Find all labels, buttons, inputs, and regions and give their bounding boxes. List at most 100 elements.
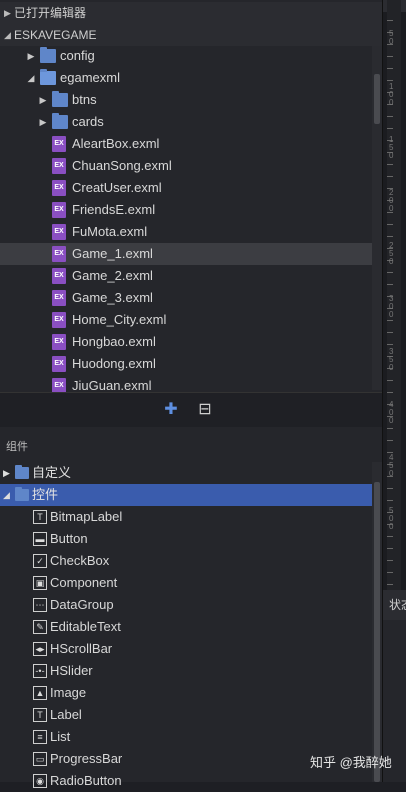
folder-icon xyxy=(52,113,68,129)
ruler-tick xyxy=(387,320,393,321)
component-icon: ▲ xyxy=(33,686,47,700)
component-icon: T xyxy=(33,510,47,524)
folder-icon xyxy=(40,69,56,85)
ruler-tick xyxy=(387,176,393,177)
tree-file[interactable]: EX Home_City.exml xyxy=(0,309,372,331)
ruler-tick xyxy=(387,344,393,345)
tree-item-label: Game_3.exml xyxy=(72,290,153,305)
tree-file[interactable]: EX CreatUser.exml xyxy=(0,177,372,199)
tree-file[interactable]: EX Hongbao.exml xyxy=(0,331,372,353)
collapsed-arrow-icon[interactable]: ▶ xyxy=(3,462,10,484)
ruler-tick xyxy=(387,488,393,489)
exml-file-icon: EX xyxy=(52,224,66,240)
ruler-tick xyxy=(387,224,393,225)
tree-folder[interactable]: ▶ cards xyxy=(0,111,372,133)
component-item-label: RadioButton xyxy=(50,773,122,788)
collapsed-arrow-icon[interactable]: ▶ xyxy=(38,111,48,133)
ruler-tick xyxy=(387,440,393,441)
tree-item-label: Game_1.exml xyxy=(72,246,153,261)
ruler-tick xyxy=(387,284,393,285)
ruler-label: 500 xyxy=(389,506,394,531)
tree-folder[interactable]: ▶ btns xyxy=(0,89,372,111)
tree-file[interactable]: EX Huodong.exml xyxy=(0,353,372,375)
scrollbar-thumb[interactable] xyxy=(374,482,380,782)
project-header[interactable]: ◢ ESKAVEGAME xyxy=(0,24,382,46)
tree-item-label: Home_City.exml xyxy=(72,312,167,327)
component-item-label: Button xyxy=(50,531,88,546)
component-icon: ▬ xyxy=(33,532,47,546)
tree-file[interactable]: EX Game_2.exml xyxy=(0,265,372,287)
tree-file[interactable]: EX ChuanSong.exml xyxy=(0,155,372,177)
exml-file-icon: EX xyxy=(52,290,66,306)
expanded-arrow-icon[interactable]: ◢ xyxy=(26,67,36,89)
component-item[interactable]: ▲ Image xyxy=(0,682,372,704)
exml-file-icon: EX xyxy=(52,202,66,218)
tree-file[interactable]: EX Game_3.exml xyxy=(0,287,372,309)
component-item[interactable]: ◉ RadioButton xyxy=(0,770,372,792)
component-item[interactable]: ▬ Button xyxy=(0,528,372,550)
tree-file[interactable]: EX Game_1.exml xyxy=(0,243,372,265)
exml-file-icon: EX xyxy=(52,158,66,174)
folder-icon xyxy=(52,91,68,107)
tree-folder[interactable]: ▶ config xyxy=(0,45,372,67)
properties-header: 状态 xyxy=(383,590,406,620)
component-item-label: List xyxy=(50,729,71,744)
component-group[interactable]: ▶ 自定义 xyxy=(0,462,372,484)
components-panel-title: 组件 xyxy=(6,441,28,453)
ruler-tick xyxy=(387,116,393,117)
component-item[interactable]: T Label xyxy=(0,704,372,726)
component-item-label: Image xyxy=(50,685,87,700)
ruler-tick xyxy=(387,80,393,81)
component-item[interactable]: T BitmapLabel xyxy=(0,506,372,528)
component-item-label: DataGroup xyxy=(50,597,114,612)
collapsed-arrow-icon[interactable]: ▶ xyxy=(38,89,48,111)
exml-file-icon: EX xyxy=(52,180,66,196)
ruler-tick xyxy=(387,56,393,57)
component-item[interactable]: ✓ CheckBox xyxy=(0,550,372,572)
ruler-tick xyxy=(387,428,393,429)
exml-file-icon: EX xyxy=(52,334,66,350)
component-group[interactable]: ◢ 控件 xyxy=(0,484,372,506)
ruler-tick xyxy=(387,164,393,165)
component-item[interactable]: ▣ Component xyxy=(0,572,372,594)
component-icon: ✓ xyxy=(33,554,47,568)
component-item-label: Label xyxy=(50,707,82,722)
component-group-label: 自定义 xyxy=(32,465,72,480)
right-panel: 50 100 150 200 250 300 350 400 450 500 状态 xyxy=(382,0,406,782)
component-item[interactable]: ≡ List xyxy=(0,726,372,748)
tree-file[interactable]: EX FriendsE.exml xyxy=(0,199,372,221)
tree-item-label: egamexml xyxy=(60,70,120,85)
component-item-label: ProgressBar xyxy=(50,751,123,766)
tree-file[interactable]: EX FuMota.exml xyxy=(0,221,372,243)
tree-item-label: FriendsE.exml xyxy=(72,202,156,217)
component-item[interactable]: -•- HSlider xyxy=(0,660,372,682)
component-group-label: 控件 xyxy=(32,487,59,502)
component-item-label: HScrollBar xyxy=(50,641,113,656)
components-scrollbar[interactable] xyxy=(372,462,382,782)
ruler-tick xyxy=(387,20,393,21)
component-item[interactable]: ⋯ DataGroup xyxy=(0,594,372,616)
tree-item-label: config xyxy=(60,48,95,63)
scrollbar-thumb[interactable] xyxy=(374,74,380,124)
component-icon: ▭ xyxy=(33,752,47,766)
tree-file[interactable]: EX AleartBox.exml xyxy=(0,133,372,155)
ruler-label: 100 xyxy=(389,82,394,107)
exml-file-icon: EX xyxy=(52,356,66,372)
component-item[interactable]: ✎ EditableText xyxy=(0,616,372,638)
folder-icon xyxy=(15,465,29,479)
exml-file-icon: EX xyxy=(52,136,66,152)
open-editors-header[interactable]: ▶ 已打开编辑器 xyxy=(0,2,382,24)
expanded-arrow-icon[interactable]: ◢ xyxy=(3,484,10,506)
component-item[interactable]: ◂▸ HScrollBar xyxy=(0,638,372,660)
library-icon[interactable]: ⊟ xyxy=(195,400,215,420)
component-icon: ◂▸ xyxy=(33,642,47,656)
file-tree-scrollbar[interactable] xyxy=(372,46,382,390)
tree-folder[interactable]: ◢ egamexml xyxy=(0,67,372,89)
component-icon: ✎ xyxy=(33,620,47,634)
tree-item-label: Game_2.exml xyxy=(72,268,153,283)
ruler-tick xyxy=(387,392,393,393)
ruler-tick xyxy=(387,536,393,537)
tree-item-label: AleartBox.exml xyxy=(72,136,160,151)
puzzle-icon[interactable]: ✚ xyxy=(161,400,181,420)
collapsed-arrow-icon[interactable]: ▶ xyxy=(26,45,36,67)
